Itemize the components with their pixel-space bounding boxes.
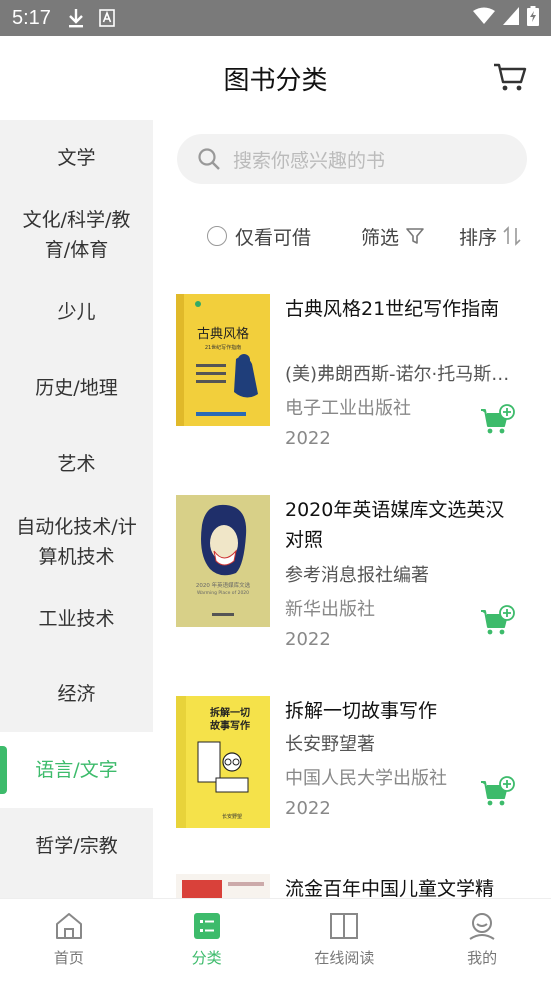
category-item-active[interactable]: 语言/文字 (0, 732, 153, 808)
search-placeholder: 搜索你感兴趣的书 (233, 149, 386, 172)
book-title: 古典风格21世纪写作指南 (285, 298, 500, 320)
category-item[interactable]: 艺术 (0, 426, 153, 502)
page-title: 图书分类 (223, 65, 328, 96)
book-item[interactable]: 拆解一切 故事写作 长安野望 拆解一切故事写作 长安野望著 中国人民大学出版社 … (153, 696, 551, 876)
add-cart-icon (481, 404, 515, 434)
add-cart-icon (481, 605, 515, 635)
book-item[interactable]: 2020 年英语媒库文选 Warming Place of 2020 2020年… (153, 495, 551, 675)
svg-text:Warming Place of 2020: Warming Place of 2020 (197, 590, 249, 596)
book-year: 2022 (285, 428, 331, 449)
category-item[interactable]: 文化/科学/教育/体育 (0, 196, 153, 274)
filter-bar: 仅看可借 筛选 排序 (153, 218, 551, 254)
category-item[interactable]: 哲学/宗教 (0, 808, 153, 884)
book-title: 流金百年中国儿童文学精 (285, 878, 495, 898)
book-cover: 拆解一切 故事写作 长安野望 (176, 696, 270, 828)
cart-button[interactable] (493, 62, 527, 96)
book-publisher: 新华出版社 (285, 599, 375, 620)
search-icon (198, 148, 220, 170)
book-year: 2022 (285, 798, 331, 819)
category-item[interactable]: 自动化技术/计算机技术 (0, 502, 153, 582)
book-open-icon (330, 913, 359, 939)
book-cover: 2020 年英语媒库文选 Warming Place of 2020 (176, 495, 270, 627)
book-author: (美)弗朗西斯-诺尔·托马斯… (285, 364, 510, 385)
wifi-icon (473, 7, 495, 29)
svg-text:21世纪写作指南: 21世纪写作指南 (205, 344, 241, 351)
category-sidebar: 文学 文化/科学/教育/体育 少儿 历史/地理 艺术 自动化技术/计算机技术 工… (0, 120, 153, 898)
add-to-cart-button[interactable] (479, 776, 515, 812)
category-item[interactable]: 少儿 (0, 274, 153, 350)
tab-profile[interactable]: 我的 (413, 899, 551, 981)
book-list-panel: 搜索你感兴趣的书 仅看可借 筛选 排序 古典风格 21世纪写作指南 古典风格21… (153, 120, 551, 898)
status-bar: 5:17 (0, 0, 551, 36)
book-author: 长安野望著 (285, 734, 375, 755)
svg-text:2020 年英语媒库文选: 2020 年英语媒库文选 (196, 581, 251, 589)
add-to-cart-button[interactable] (479, 404, 515, 440)
user-icon (469, 913, 495, 940)
available-only-toggle[interactable]: 仅看可借 (207, 218, 311, 254)
svg-text:长安野望: 长安野望 (222, 813, 242, 820)
tab-home[interactable]: 首页 (0, 899, 138, 981)
book-publisher: 中国人民大学出版社 (285, 768, 447, 789)
home-icon (55, 913, 82, 939)
book-year: 2022 (285, 629, 331, 650)
sort-icon (503, 226, 521, 246)
status-time: 5:17 (12, 6, 51, 29)
category-item[interactable]: 文学 (0, 120, 153, 196)
header: 图书分类 (0, 36, 551, 120)
svg-text:拆解一切: 拆解一切 (210, 706, 250, 719)
filter-button[interactable]: 筛选 (361, 218, 425, 254)
svg-text:故事写作: 故事写作 (210, 719, 250, 732)
svg-text:古典风格: 古典风格 (197, 326, 249, 342)
battery-icon (527, 6, 539, 30)
category-icon (193, 913, 220, 939)
keyboard-icon (99, 9, 115, 27)
book-cover: 古典风格 21世纪写作指南 (176, 294, 270, 426)
cart-icon (494, 63, 527, 91)
book-cover (176, 874, 270, 898)
category-item[interactable]: 工业技术 (0, 582, 153, 656)
sort-button[interactable]: 排序 (459, 218, 521, 254)
add-to-cart-button[interactable] (479, 605, 515, 641)
book-title: 拆解一切故事写作 (285, 700, 438, 722)
tab-online-reading[interactable]: 在线阅读 (276, 899, 414, 981)
book-item[interactable]: 流金百年中国儿童文学精 (153, 874, 551, 898)
category-item[interactable]: 历史/地理 (0, 350, 153, 426)
search-input[interactable]: 搜索你感兴趣的书 (177, 134, 527, 184)
tab-category[interactable]: 分类 (138, 899, 276, 981)
bottom-tab-bar: 首页 分类 在线阅读 我的 (0, 898, 551, 981)
book-item[interactable]: 古典风格 21世纪写作指南 古典风格21世纪写作指南 (美)弗朗西斯-诺尔·托马… (153, 294, 551, 474)
book-publisher: 电子工业出版社 (285, 398, 411, 419)
download-icon (67, 8, 85, 28)
signal-icon (503, 7, 519, 29)
category-item[interactable]: 经济 (0, 656, 153, 732)
book-title: 2020年英语媒库文选英汉对照 (285, 499, 505, 551)
add-cart-icon (481, 776, 515, 806)
funnel-icon (406, 228, 424, 244)
book-author: 参考消息报社编著 (285, 565, 429, 586)
radio-icon (207, 226, 227, 246)
